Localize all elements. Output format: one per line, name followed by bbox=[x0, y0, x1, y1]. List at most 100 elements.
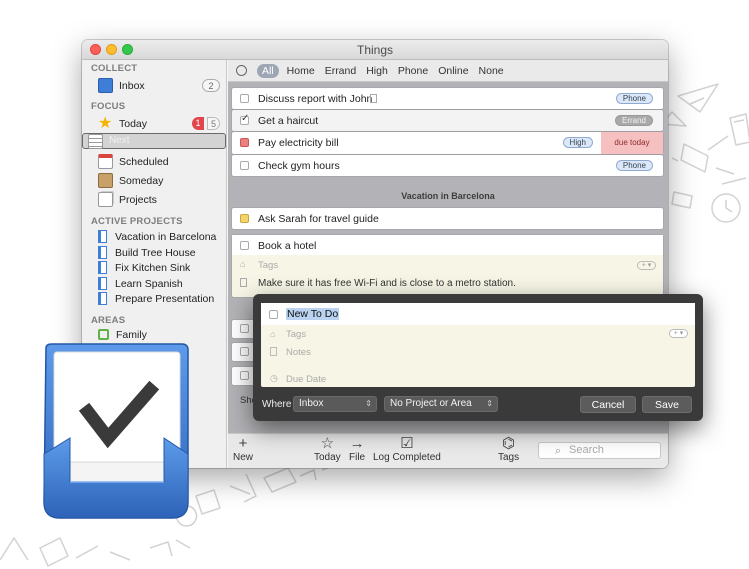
task-checkbox[interactable] bbox=[240, 324, 249, 333]
task-checkbox[interactable] bbox=[240, 241, 249, 250]
today-button[interactable]: ☆ Today bbox=[314, 436, 341, 464]
sidebar-item-someday[interactable]: Someday bbox=[82, 171, 226, 190]
cancel-button[interactable]: Cancel bbox=[580, 396, 636, 413]
sidebar-item-scheduled[interactable]: Scheduled bbox=[82, 152, 226, 171]
sidebar-item-label: Projects bbox=[119, 193, 157, 206]
alarm-clock-icon[interactable] bbox=[236, 65, 247, 76]
task-row[interactable]: Ask Sarah for travel guide bbox=[232, 208, 663, 229]
sidebar-item-label: Family bbox=[116, 328, 147, 341]
project-select[interactable]: No Project or Area ⇕ bbox=[384, 396, 498, 412]
alarm-clock-icon: ◷ bbox=[270, 373, 278, 383]
quick-entry-panel: New To Do ⌂ Tags + ▾ Notes ◷ Due Date Wh… bbox=[253, 294, 703, 421]
window-title: Things bbox=[356, 43, 394, 57]
location-select-value: Inbox bbox=[299, 398, 324, 409]
task-row[interactable]: Discuss report with John Phone bbox=[232, 88, 663, 109]
task-row[interactable]: Check gym hours Phone bbox=[232, 155, 663, 176]
task-title: Ask Sarah for travel guide bbox=[258, 213, 379, 225]
today-label: Today bbox=[314, 452, 341, 463]
new-label: New bbox=[233, 452, 254, 463]
task-row[interactable]: Get a haircut Errand bbox=[232, 110, 663, 131]
filter-none[interactable]: None bbox=[479, 65, 504, 77]
task-checkbox[interactable] bbox=[240, 113, 249, 125]
sidebar-item-next[interactable]: Next bbox=[82, 133, 226, 149]
tags-field[interactable]: Tags bbox=[258, 260, 278, 271]
task-checkbox[interactable] bbox=[240, 371, 249, 380]
tag-phone[interactable]: Phone bbox=[615, 160, 653, 171]
projects-icon bbox=[98, 192, 113, 207]
log-completed-button[interactable]: ☑ Log Completed bbox=[373, 435, 441, 464]
save-button[interactable]: Save bbox=[642, 396, 692, 413]
tools-doodle bbox=[707, 135, 747, 185]
location-select[interactable]: Inbox ⇕ bbox=[293, 396, 377, 412]
expanded-task[interactable]: Book a hotel ⌂ Tags + ▾ Make sure it has… bbox=[232, 235, 663, 297]
due-date-field[interactable]: Due Date bbox=[286, 374, 326, 385]
sidebar-item-label: Inbox bbox=[119, 79, 145, 92]
task-row[interactable]: Pay electricity bill High due today bbox=[232, 132, 663, 154]
sidebar-item-inbox[interactable]: Inbox 2 bbox=[82, 76, 226, 95]
sidebar-item-today[interactable]: ★ Today 1 5 bbox=[82, 114, 226, 133]
log-icon: ☑ bbox=[400, 435, 414, 452]
pen-doodle bbox=[229, 473, 257, 503]
trash-doodle bbox=[729, 113, 749, 146]
task-checkbox[interactable] bbox=[240, 161, 249, 170]
search-input[interactable]: ⌕ Search bbox=[538, 442, 661, 459]
section-collect: COLLECT bbox=[91, 63, 138, 74]
note-icon bbox=[370, 94, 377, 103]
task-title: Book a hotel bbox=[258, 240, 317, 252]
sidebar-item-label: Vacation in Barcelona bbox=[115, 230, 217, 243]
project-icon bbox=[98, 292, 107, 305]
search-placeholder: Search bbox=[569, 444, 604, 456]
tag-phone[interactable]: Phone bbox=[615, 93, 653, 104]
task-checkbox[interactable] bbox=[269, 310, 278, 319]
filter-high[interactable]: High bbox=[366, 65, 388, 77]
plus-icon: + bbox=[238, 435, 248, 452]
book-doodle bbox=[671, 143, 709, 173]
sidebar-item-project[interactable]: Prepare Presentation bbox=[82, 289, 226, 308]
tag-filter-bar: All Home Errand High Phone Online None bbox=[228, 60, 668, 82]
sidebar-item-label: Build Tree House bbox=[115, 246, 196, 259]
notes-field[interactable]: Notes bbox=[286, 347, 311, 358]
note-icon bbox=[240, 278, 247, 287]
arrow-right-icon: → bbox=[349, 435, 365, 452]
toolbar: + New ☆ Today → File ☑ Log Completed ⌬ Tags ⌕… bbox=[228, 433, 668, 468]
sidebar-item-label: Learn Spanish bbox=[115, 277, 183, 290]
log-completed-label: Log Completed bbox=[373, 452, 441, 463]
filter-errand[interactable]: Errand bbox=[325, 65, 357, 77]
task-title: Pay electricity bill bbox=[258, 137, 339, 149]
task-title: Get a haircut bbox=[258, 115, 319, 127]
file-button[interactable]: → File bbox=[349, 435, 365, 464]
where-label: Where bbox=[262, 399, 292, 410]
section-focus: FOCUS bbox=[91, 101, 126, 112]
things-app-icon bbox=[43, 343, 189, 519]
task-checkbox[interactable] bbox=[240, 138, 249, 147]
task-checkbox[interactable] bbox=[240, 94, 249, 103]
task-checkbox[interactable] bbox=[240, 347, 249, 356]
sidebar-item-projects[interactable]: Projects bbox=[82, 190, 226, 209]
new-todo-title-input[interactable]: New To Do bbox=[286, 308, 340, 320]
tag-high[interactable]: High bbox=[562, 137, 593, 148]
tag-errand[interactable]: Errand bbox=[614, 115, 653, 126]
misc-doodle bbox=[299, 465, 333, 481]
sidebar-item-label: Someday bbox=[119, 174, 164, 187]
new-button[interactable]: + New bbox=[233, 435, 254, 464]
today-count-badge: 5 bbox=[207, 117, 220, 130]
tags-field[interactable]: Tags bbox=[286, 329, 306, 340]
add-button[interactable]: + ▾ bbox=[669, 329, 688, 338]
task-checkbox[interactable] bbox=[240, 214, 249, 223]
today-due-badge: 1 bbox=[192, 117, 204, 130]
tag-icon: ⌬ bbox=[502, 435, 516, 452]
tag-icon: ⌂ bbox=[270, 329, 276, 339]
add-button[interactable]: + ▾ bbox=[637, 261, 656, 270]
filter-phone[interactable]: Phone bbox=[398, 65, 428, 77]
task-title: Check gym hours bbox=[258, 160, 340, 172]
filter-all[interactable]: All bbox=[257, 63, 279, 78]
letters-doodle bbox=[0, 537, 131, 567]
chevron-updown-icon: ⇕ bbox=[486, 399, 493, 408]
filter-online[interactable]: Online bbox=[438, 65, 468, 77]
title-bar: Things bbox=[82, 40, 668, 60]
project-heading: Vacation in Barcelona bbox=[401, 191, 495, 201]
task-notes[interactable]: Make sure it has free Wi-Fi and is close… bbox=[258, 278, 516, 289]
tags-button[interactable]: ⌬ Tags bbox=[498, 435, 519, 464]
paper-plane-doodle bbox=[677, 83, 719, 113]
filter-home[interactable]: Home bbox=[287, 65, 315, 77]
